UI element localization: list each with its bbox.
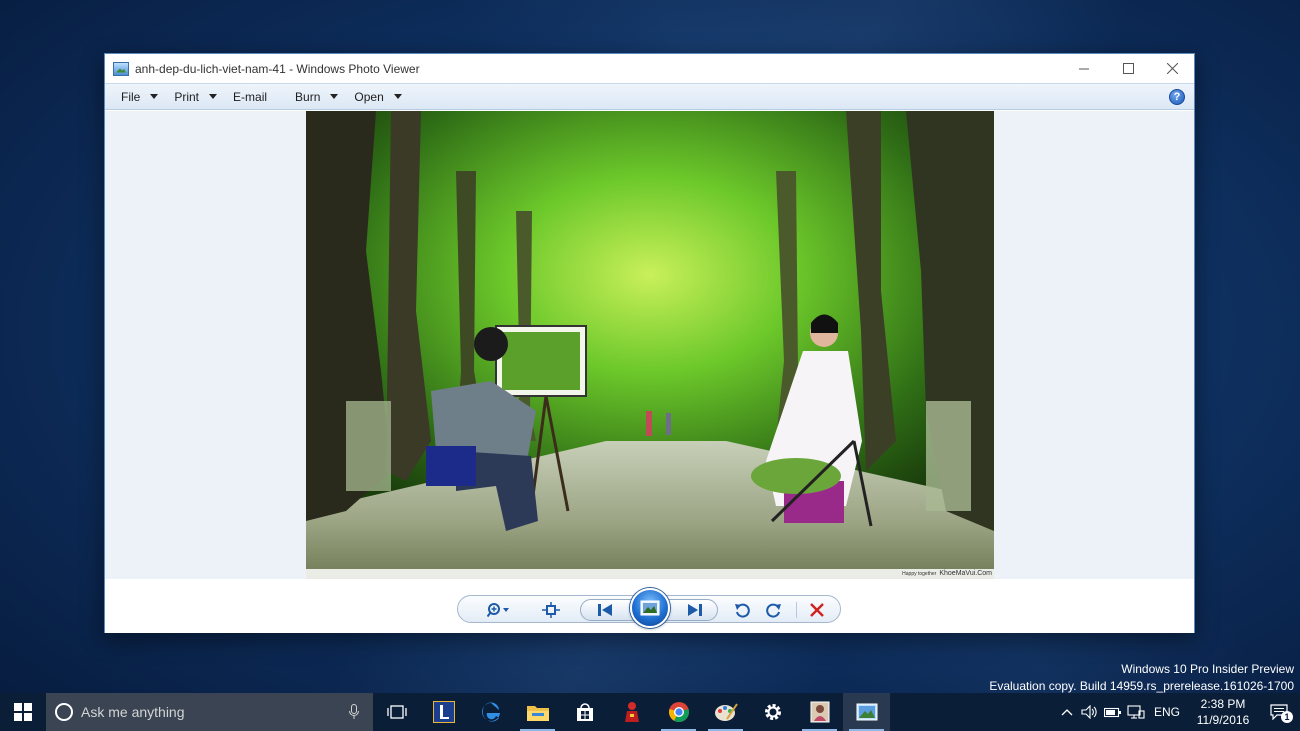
close-button[interactable] <box>1150 54 1194 83</box>
input-language[interactable]: ENG <box>1148 705 1188 719</box>
volume-button[interactable] <box>1079 693 1102 731</box>
minimize-icon <box>1078 68 1089 70</box>
delete-button[interactable] <box>804 596 830 624</box>
menu-email[interactable]: E-mail <box>225 84 287 109</box>
chevron-down-icon <box>150 94 159 99</box>
network-button[interactable] <box>1125 693 1148 731</box>
photo-viewer-app-icon <box>113 61 129 76</box>
slideshow-icon <box>640 600 660 616</box>
chevron-down-icon <box>330 94 339 99</box>
file-explorer-icon <box>526 706 549 721</box>
menu-bar: File Print E-mail Burn Open ? <box>105 83 1194 110</box>
taskbar-settings[interactable] <box>749 693 796 731</box>
actual-size-icon <box>542 602 560 618</box>
menu-file[interactable]: File <box>113 84 166 109</box>
search-placeholder: Ask me anything <box>81 704 185 720</box>
maximize-button[interactable] <box>1106 54 1150 83</box>
menu-open[interactable]: Open <box>346 84 409 109</box>
previous-icon <box>598 604 612 616</box>
viewer-toolbar <box>105 579 1194 633</box>
paint-icon <box>714 703 738 721</box>
taskbar-store[interactable] <box>561 693 608 731</box>
menu-burn-label: Burn <box>295 89 321 104</box>
app-l-icon <box>432 701 455 723</box>
settings-icon <box>764 704 781 720</box>
help-button[interactable]: ? <box>1169 89 1185 105</box>
chevron-up-icon <box>1062 709 1073 716</box>
clock[interactable]: 2:38 PM 11/9/2016 <box>1188 696 1258 728</box>
menu-print-label: Print <box>174 89 200 104</box>
photo-viewer-icon <box>856 703 877 721</box>
store-icon <box>576 703 593 721</box>
edge-icon <box>481 702 500 722</box>
displayed-photo[interactable]: Happy together KhoeMaVui.Com <box>306 111 994 579</box>
rotate-left-icon <box>735 603 750 618</box>
zoom-icon <box>487 603 509 618</box>
photo-credit-small: Happy together <box>902 571 937 577</box>
taskbar-photo-viewer[interactable] <box>843 693 890 731</box>
minimize-button[interactable] <box>1062 54 1106 83</box>
photo-frame-app-icon <box>810 701 829 723</box>
photo-image <box>306 111 994 579</box>
battery-icon <box>1104 707 1122 718</box>
taskbar-paint[interactable] <box>702 693 749 731</box>
delete-icon <box>810 603 824 617</box>
menu-file-label: File <box>121 89 141 104</box>
toolbar-separator <box>796 602 797 618</box>
task-view-icon <box>386 705 407 719</box>
watermark-edition: Windows 10 Pro Insider Preview <box>1121 662 1294 676</box>
action-center-button[interactable]: 1 <box>1258 693 1300 731</box>
system-tray: ENG 2:38 PM 11/9/2016 1 <box>1056 693 1300 731</box>
next-button[interactable] <box>678 596 712 624</box>
menu-email-label: E-mail <box>233 89 268 104</box>
maximize-icon <box>1122 63 1134 74</box>
task-view-button[interactable] <box>373 693 420 731</box>
rotate-right-icon <box>766 603 781 618</box>
taskbar-edge[interactable] <box>467 693 514 731</box>
menu-print[interactable]: Print <box>166 84 225 109</box>
windows-logo-icon <box>14 703 32 721</box>
slideshow-button[interactable] <box>630 588 670 628</box>
microphone-icon[interactable] <box>349 704 359 720</box>
network-icon <box>1127 705 1146 719</box>
menu-open-label: Open <box>354 89 384 104</box>
taskbar-file-explorer[interactable] <box>514 693 561 731</box>
cortana-search-box[interactable]: Ask me anything <box>46 693 373 731</box>
chrome-icon <box>668 702 689 723</box>
next-icon <box>688 604 702 616</box>
taskbar-photo-frame-app[interactable] <box>796 693 843 731</box>
cortana-icon <box>55 703 73 721</box>
help-icon: ? <box>1173 91 1181 103</box>
rotate-counterclockwise-button[interactable] <box>730 596 754 624</box>
taskbar-red-figure-app[interactable] <box>608 693 655 731</box>
actual-size-button[interactable] <box>536 596 566 624</box>
taskbar-app-l[interactable] <box>420 693 467 731</box>
window-title: anh-dep-du-lich-viet-nam-41 - Windows Ph… <box>135 61 420 76</box>
menu-burn[interactable]: Burn <box>287 84 346 109</box>
clock-time: 2:38 PM <box>1200 697 1246 711</box>
taskbar: Ask me anything ENG 2:38 PM 11/9/2016 1 <box>0 693 1300 731</box>
title-bar[interactable]: anh-dep-du-lich-viet-nam-41 - Windows Ph… <box>105 54 1194 83</box>
photo-credit-main: KhoeMaVui.Com <box>939 570 992 577</box>
power-button[interactable] <box>1102 693 1125 731</box>
rotate-clockwise-button[interactable] <box>762 596 786 624</box>
clock-date: 11/9/2016 <box>1196 713 1250 727</box>
windows-build-watermark: Windows 10 Pro Insider Preview Evaluatio… <box>989 661 1294 695</box>
photo-credit: Happy together KhoeMaVui.Com <box>902 569 992 579</box>
red-figure-app-icon <box>624 702 639 722</box>
speaker-icon <box>1081 705 1098 719</box>
zoom-button[interactable] <box>482 596 516 624</box>
image-viewport: Happy together KhoeMaVui.Com <box>105 111 1194 579</box>
taskbar-chrome[interactable] <box>655 693 702 731</box>
start-button[interactable] <box>0 693 46 731</box>
playback-controls <box>457 588 841 628</box>
notification-count-badge: 1 <box>1281 711 1293 723</box>
photo-viewer-window: anh-dep-du-lich-viet-nam-41 - Windows Ph… <box>104 53 1195 633</box>
close-icon <box>1166 63 1178 74</box>
chevron-down-icon <box>393 94 402 99</box>
previous-button[interactable] <box>588 596 622 624</box>
show-hidden-icons-button[interactable] <box>1056 693 1079 731</box>
chevron-down-icon <box>209 94 218 99</box>
